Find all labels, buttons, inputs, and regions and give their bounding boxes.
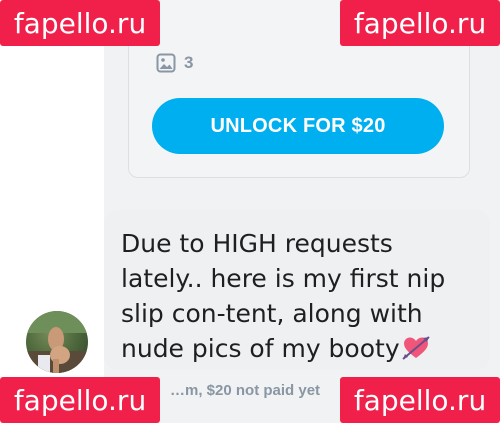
watermark-bottom-right: fapello.ru (340, 377, 500, 423)
avatar[interactable] (26, 311, 88, 373)
image-icon (156, 53, 176, 73)
message-text: Due to HIGH requests lately.. here is my… (121, 226, 461, 370)
payment-status: …m, $20 not paid yet (170, 382, 321, 399)
unlock-button[interactable]: UNLOCK FOR $20 (152, 98, 444, 154)
watermark-top-left: fapello.ru (0, 0, 160, 46)
media-count-value: 3 (184, 53, 194, 72)
watermark-bottom-left: fapello.ru (0, 377, 160, 423)
message-body: Due to HIGH requests lately.. here is my… (121, 229, 446, 363)
heart-with-arrow-icon (401, 335, 430, 370)
media-count: 3 (156, 52, 193, 74)
watermark-top-right: fapello.ru (340, 0, 500, 46)
